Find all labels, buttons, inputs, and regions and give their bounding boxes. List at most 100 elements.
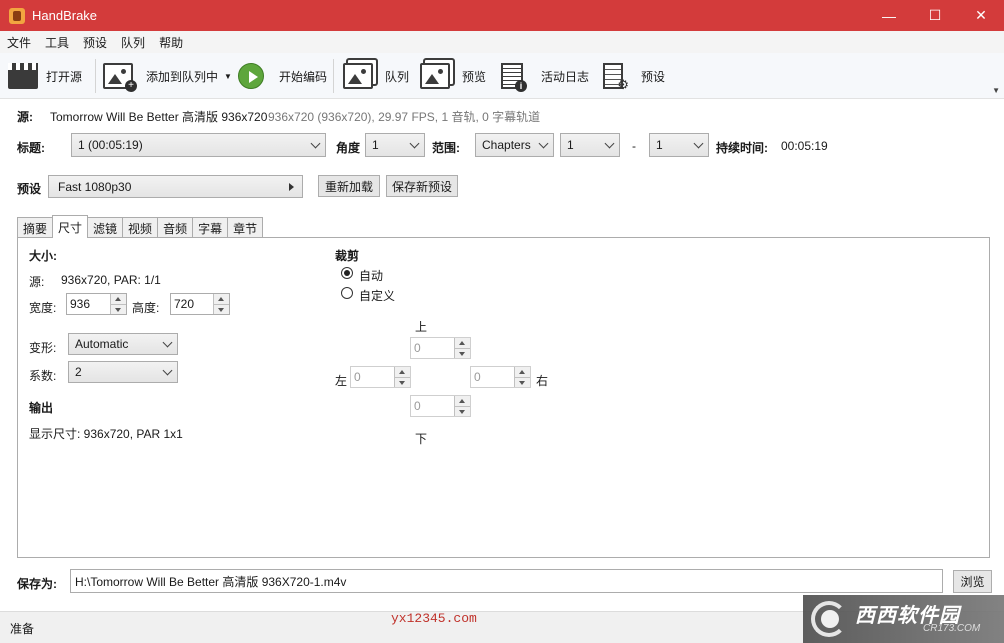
spin-down-icon[interactable] [454, 406, 470, 416]
preset-label: 预设 [17, 182, 42, 196]
chevron-down-icon [162, 337, 173, 348]
spin-down-icon[interactable] [213, 304, 229, 314]
activity-log-label: 活动日志 [541, 69, 590, 84]
preset-icon: ⚙ [603, 63, 629, 92]
chevron-down-icon [693, 138, 704, 149]
range-end-select[interactable]: 1 [649, 133, 709, 157]
queue-label: 队列 [385, 69, 410, 84]
crop-custom-radio[interactable] [341, 287, 353, 299]
display-size: 显示尺寸: 936x720, PAR 1x1 [29, 427, 183, 441]
caret-down-icon[interactable]: ▼ [224, 72, 232, 81]
tab-subtitles[interactable]: 字幕 [192, 217, 229, 238]
spin-down-icon[interactable] [110, 304, 126, 314]
presets-button[interactable]: ⚙ 预设 [603, 61, 666, 92]
crop-auto-label: 自动 [359, 269, 384, 283]
menu-help[interactable]: 帮助 [152, 34, 190, 51]
spin-up-icon[interactable] [514, 367, 530, 378]
crop-right-label: 右 [536, 374, 549, 388]
height-input[interactable]: 720 [170, 293, 230, 315]
modulus-value: 2 [75, 365, 82, 379]
presets-label: 预设 [641, 69, 666, 84]
tab-filters[interactable]: 滤镜 [87, 217, 124, 238]
dim-source-label: 源: [29, 275, 45, 289]
toolbar: 打开源 + 添加到队列中 ▼ 开始编码 队列 预览 i 活动日志 ⚙ 预设 [0, 53, 1004, 99]
watermark-url: yx12345.com [391, 611, 477, 626]
width-input[interactable]: 936 [66, 293, 127, 315]
spin-up-icon[interactable] [213, 294, 229, 305]
crop-top-value: 0 [414, 341, 421, 355]
crop-bottom-input[interactable]: 0 [410, 395, 471, 417]
title-label: 标题: [17, 141, 45, 155]
menu-tools[interactable]: 工具 [38, 34, 76, 51]
add-image-icon: + [103, 63, 137, 92]
chevron-down-icon [162, 365, 173, 376]
preview-button[interactable]: 预览 [420, 61, 486, 91]
crop-left-label: 左 [335, 374, 348, 388]
tab-video[interactable]: 视频 [122, 217, 159, 238]
chevron-down-icon [310, 138, 321, 149]
add-to-queue-button[interactable]: + 添加到队列中 ▼ [103, 61, 232, 92]
spin-down-icon[interactable] [514, 377, 530, 387]
spin-up-icon[interactable] [110, 294, 126, 305]
save-new-preset-button[interactable]: 保存新预设 [386, 175, 458, 197]
toolbar-overflow-icon[interactable]: ▼ [992, 86, 1000, 95]
spin-up-icon[interactable] [394, 367, 410, 378]
tab-chapters[interactable]: 章节 [227, 217, 264, 238]
activity-log-button[interactable]: i 活动日志 [501, 61, 590, 92]
close-button[interactable]: ✕ [958, 0, 1004, 31]
range-type-select[interactable]: Chapters [475, 133, 554, 157]
range-start-select[interactable]: 1 [560, 133, 620, 157]
dimensions-panel [17, 237, 990, 558]
queue-button[interactable]: 队列 [343, 61, 409, 91]
settings-tabs: 摘要 尺寸 滤镜 视频 音频 字幕 章节 [17, 215, 264, 238]
handbrake-logo-icon [9, 7, 25, 24]
browse-button[interactable]: 浏览 [953, 570, 992, 593]
output-heading: 输出 [29, 401, 54, 415]
open-source-label: 打开源 [46, 69, 83, 84]
spin-down-icon[interactable] [454, 348, 470, 358]
window-title: HandBrake [32, 8, 98, 23]
preview-label: 预览 [462, 69, 487, 84]
maximize-button[interactable]: ☐ [912, 0, 958, 31]
destination-path-value: H:\Tomorrow Will Be Better 高清版 936X720-1… [75, 574, 347, 589]
start-encode-button[interactable]: 开始编码 [238, 61, 327, 91]
crop-auto-radio[interactable] [341, 267, 353, 279]
menu-queue[interactable]: 队列 [114, 34, 152, 51]
crop-right-input[interactable]: 0 [470, 366, 531, 388]
menu-presets[interactable]: 预设 [76, 34, 114, 51]
reload-preset-button[interactable]: 重新加载 [318, 175, 380, 197]
add-to-queue-label: 添加到队列中 [146, 69, 219, 84]
tab-audio[interactable]: 音频 [157, 217, 194, 238]
crop-bottom-value: 0 [414, 399, 421, 413]
title-bar: HandBrake [0, 0, 1004, 31]
spin-up-icon[interactable] [454, 396, 470, 407]
spin-down-icon[interactable] [394, 377, 410, 387]
crop-left-input[interactable]: 0 [350, 366, 411, 388]
destination-path-input[interactable]: H:\Tomorrow Will Be Better 高清版 936X720-1… [70, 569, 943, 593]
tab-summary[interactable]: 摘要 [17, 217, 54, 238]
title-select[interactable]: 1 (00:05:19) [71, 133, 326, 157]
height-label: 高度: [132, 301, 160, 315]
watermark-logo: 西西软件园 CR173.COM [803, 595, 1004, 643]
clapperboard-icon [8, 63, 38, 89]
dim-source-value: 936x720, PAR: 1/1 [61, 273, 161, 287]
range-dash: - [632, 139, 636, 153]
anamorphic-select[interactable]: Automatic [68, 333, 178, 355]
angle-select-value: 1 [372, 138, 379, 152]
crop-top-input[interactable]: 0 [410, 337, 471, 359]
save-as-label: 保存为: [17, 577, 57, 591]
preset-selector[interactable]: Fast 1080p30 [48, 175, 303, 198]
crop-right-value: 0 [474, 370, 481, 384]
modulus-select[interactable]: 2 [68, 361, 178, 383]
watermark-brand-sub: CR173.COM [923, 623, 981, 634]
open-source-button[interactable]: 打开源 [8, 61, 82, 91]
spin-up-icon[interactable] [454, 338, 470, 349]
duration-label: 持续时间: [716, 141, 768, 155]
minimize-button[interactable]: — [866, 0, 912, 31]
tab-dimensions[interactable]: 尺寸 [52, 215, 89, 238]
source-details: 936x720 (936x720), 29.97 FPS, 1 音轨, 0 字幕… [268, 110, 541, 124]
range-end-value: 1 [656, 138, 663, 152]
angle-select[interactable]: 1 [365, 133, 425, 157]
menu-file[interactable]: 文件 [0, 34, 38, 51]
range-type-value: Chapters [482, 138, 531, 152]
